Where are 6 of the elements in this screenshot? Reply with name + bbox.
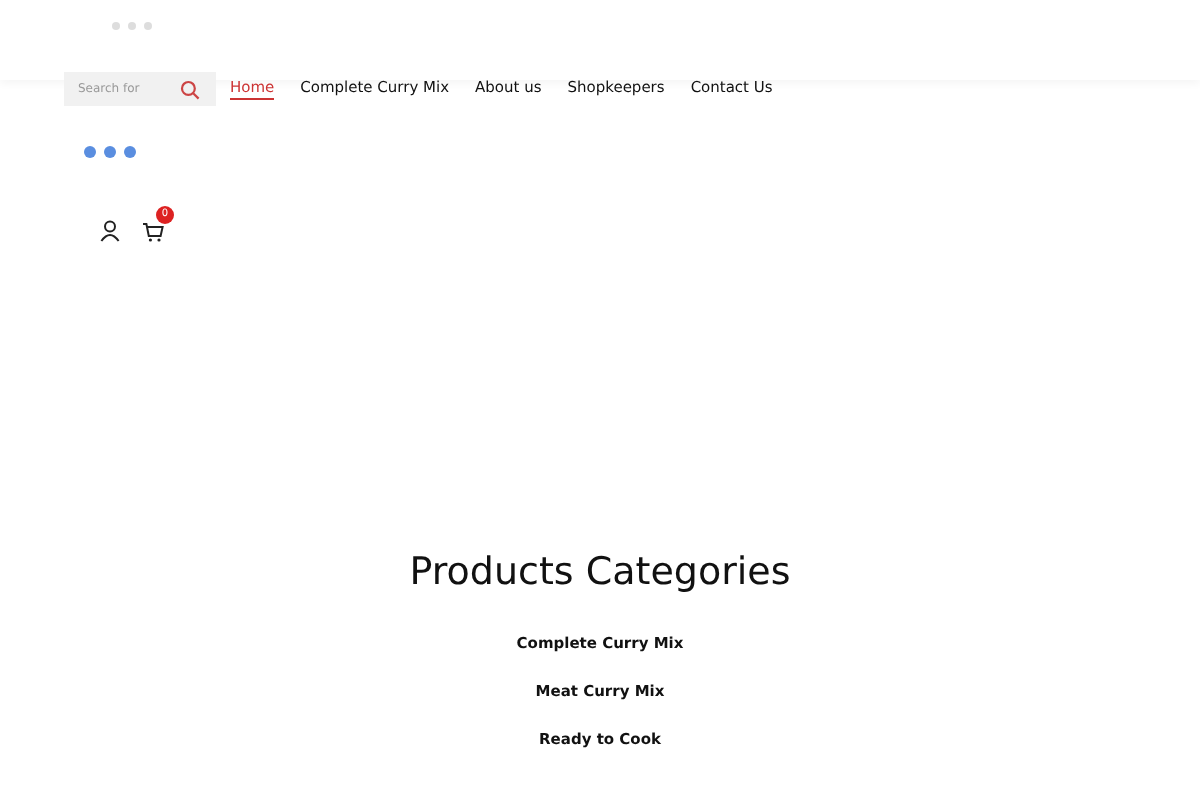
loading-dots-icon <box>84 146 136 158</box>
cart-icon[interactable] <box>142 221 164 241</box>
section-title: Products Categories <box>407 550 793 594</box>
user-icon[interactable] <box>100 220 120 242</box>
loading-dots-icon <box>112 22 152 30</box>
search-icon[interactable] <box>180 80 200 100</box>
